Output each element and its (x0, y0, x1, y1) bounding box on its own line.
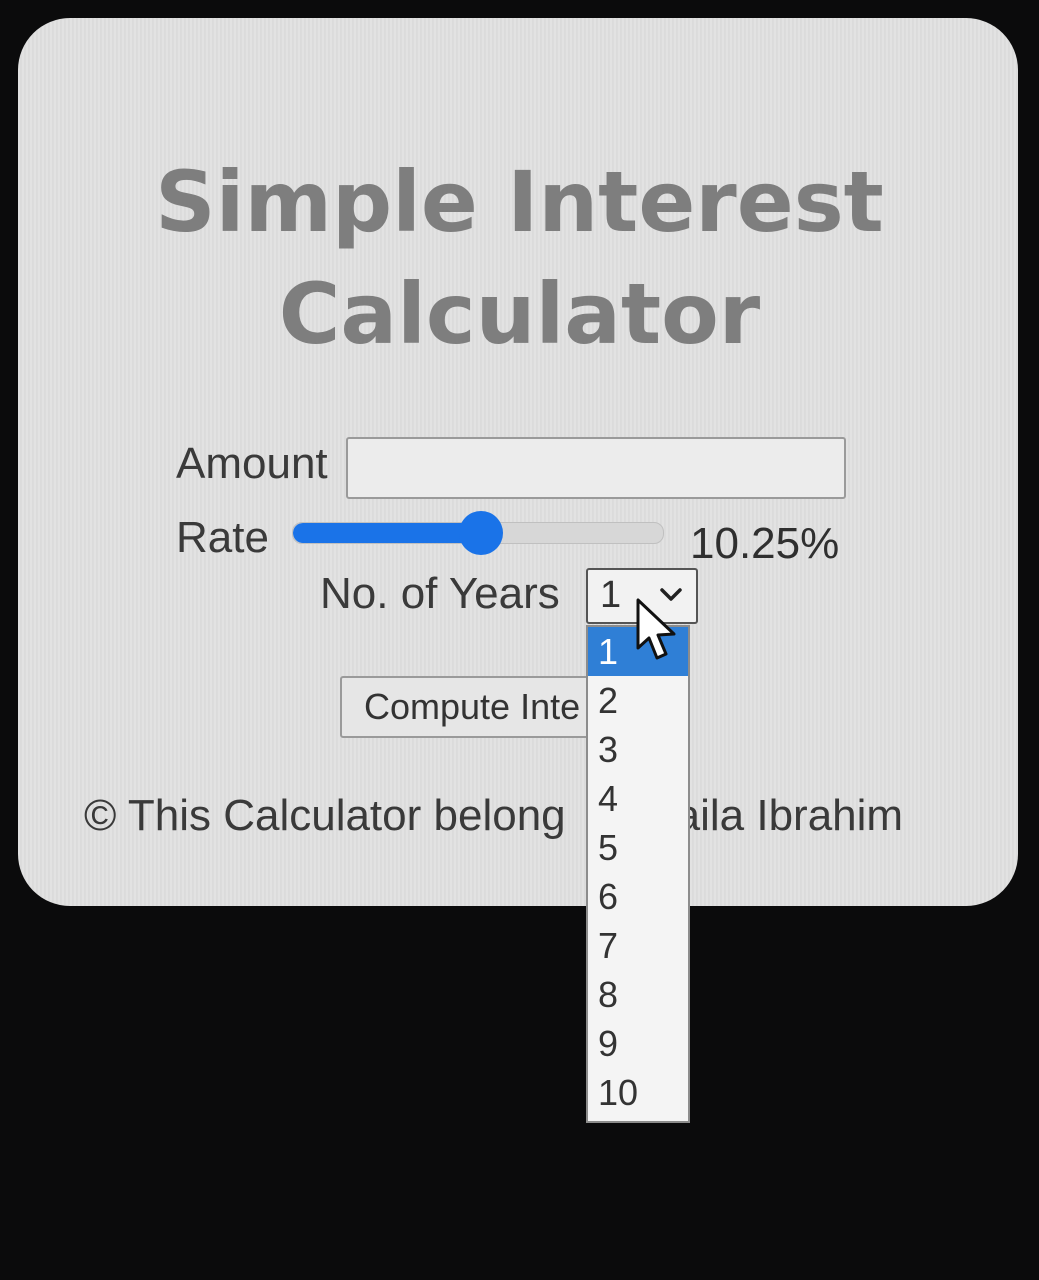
screen: Simple Interest Calculator Amount Rate 1… (0, 0, 1039, 1280)
copyright-footer: © This Calculator belong aila Ibrahim (84, 794, 903, 838)
years-option[interactable]: 9 (588, 1019, 688, 1068)
years-selected-value: 1 (600, 574, 622, 616)
years-dropdown-list[interactable]: 1 2 3 4 5 6 7 8 9 10 (586, 625, 690, 1123)
footer-text-start: © This Calculator belong (84, 791, 566, 840)
rate-slider-thumb[interactable] (458, 511, 503, 555)
years-option[interactable]: 10 (588, 1068, 688, 1117)
footer-text-end: aila Ibrahim (675, 791, 904, 840)
page-title: Simple Interest (155, 153, 884, 251)
page-title-line-2: Calculator (278, 265, 761, 363)
rate-slider-fill (293, 523, 482, 543)
rate-label: Rate (176, 513, 269, 562)
amount-input[interactable] (346, 437, 846, 499)
rate-slider[interactable] (292, 511, 666, 555)
years-option[interactable]: 3 (588, 725, 688, 774)
years-label: No. of Years (320, 569, 560, 618)
years-option[interactable]: 7 (588, 921, 688, 970)
years-option[interactable]: 8 (588, 970, 688, 1019)
years-option[interactable]: 4 (588, 774, 688, 823)
years-option[interactable]: 6 (588, 872, 688, 921)
cursor-icon (636, 598, 676, 660)
amount-label: Amount (176, 439, 328, 488)
rate-value: 10.25% (690, 519, 840, 568)
years-option[interactable]: 2 (588, 676, 688, 725)
years-option[interactable]: 5 (588, 823, 688, 872)
